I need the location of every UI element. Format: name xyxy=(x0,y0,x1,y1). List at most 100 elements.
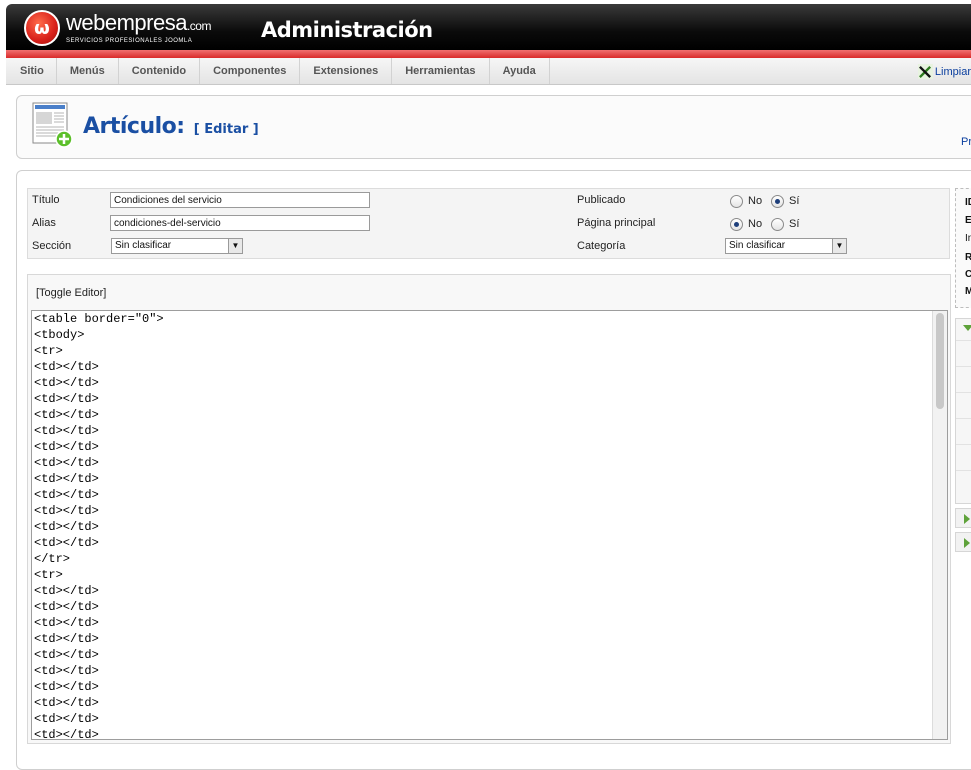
code-line: <td></td> xyxy=(34,360,99,374)
code-line: <td></td> xyxy=(34,376,99,390)
published-yes-label: Sí xyxy=(789,195,800,207)
code-line: <td></td> xyxy=(34,488,99,502)
page-subtitle: [ Editar ] xyxy=(193,122,259,137)
code-line: <td></td> xyxy=(34,616,99,630)
brand-name: webempresa xyxy=(66,10,187,35)
parameters-row xyxy=(956,419,971,445)
info-letter: R xyxy=(965,252,971,263)
article-info-panel: ID E In R C M xyxy=(955,188,971,308)
toggle-editor-link[interactable]: [Toggle Editor] xyxy=(36,287,106,299)
info-letter: M xyxy=(965,286,971,297)
brand-name-line: webempresa.com xyxy=(66,12,211,37)
code-line: <td></td> xyxy=(34,520,99,534)
title-label: Título xyxy=(32,194,60,206)
code-line: <tr> xyxy=(34,344,63,358)
category-value: Sin clasificar xyxy=(729,240,786,251)
section-label: Sección xyxy=(32,240,72,252)
category-label: Categoría xyxy=(577,240,626,252)
code-line: <td></td> xyxy=(34,424,99,438)
toolbar-clipped-button[interactable]: Pr xyxy=(961,136,971,148)
toolbar-panel: Artículo: [ Editar ] Pr xyxy=(16,95,971,159)
webempresa-logo[interactable]: ω webempresa.com SERVICIOS PROFESIONALES… xyxy=(24,10,211,46)
menu-item-componentes[interactable]: Componentes xyxy=(200,58,301,84)
collapsed-arrow-icon xyxy=(964,514,970,524)
menu-item-menus[interactable]: Menús xyxy=(57,58,119,84)
admin-header: ω webempresa.com SERVICIOS PROFESIONALES… xyxy=(6,4,971,50)
clear-label: Limpiar xyxy=(934,65,971,78)
code-line: <td></td> xyxy=(34,584,99,598)
published-no-label: No xyxy=(748,195,763,207)
page-title-text: Artículo: xyxy=(83,114,185,139)
parameters-row xyxy=(956,341,971,367)
menu-item-extensiones[interactable]: Extensiones xyxy=(300,58,393,84)
admin-title: Administración xyxy=(261,18,433,42)
code-line: <td></td> xyxy=(34,632,99,646)
parameters-row xyxy=(956,393,971,419)
scrollbar-thumb[interactable] xyxy=(936,313,944,409)
chevron-down-icon: ▼ xyxy=(228,239,242,253)
parameters-header[interactable] xyxy=(956,319,971,341)
frontpage-no-radio[interactable] xyxy=(730,218,743,231)
code-line: <tbody> xyxy=(34,328,85,342)
chevron-down-icon: ▼ xyxy=(832,239,846,253)
title-input[interactable] xyxy=(110,192,370,208)
code-line: <td></td> xyxy=(34,456,99,470)
info-letter: In xyxy=(965,233,971,244)
menu-item-herramientas[interactable]: Herramientas xyxy=(392,58,490,84)
code-line: <tr> xyxy=(34,568,63,582)
code-line: <td></td> xyxy=(34,600,99,614)
menu-item-contenido[interactable]: Contenido xyxy=(119,58,201,84)
page-title: Artículo: [ Editar ] xyxy=(83,114,259,139)
article-text-editor[interactable]: <table border="0"> <tbody> <tr> <td></td> <t… xyxy=(31,310,948,740)
code-line: <td></td> xyxy=(34,504,99,518)
code-line: <td></td> xyxy=(34,680,99,694)
code-line: <td></td> xyxy=(34,472,99,486)
code-line: <td></td> xyxy=(34,712,99,726)
frontpage-label: Página principal xyxy=(577,217,656,229)
frontpage-yes-label: Sí xyxy=(789,218,800,230)
info-letter: ID xyxy=(965,197,971,208)
code-lines: <table border="0"> <tbody> <tr> <td></td> <t… xyxy=(32,311,947,739)
editor-scrollbar[interactable] xyxy=(932,311,947,739)
code-line: <td></td> xyxy=(34,408,99,422)
published-yes-radio[interactable] xyxy=(771,195,784,208)
code-line: </tr> xyxy=(34,552,71,566)
advanced-parameters-tab[interactable] xyxy=(955,508,971,528)
logo-icon: ω xyxy=(24,10,60,46)
published-label: Publicado xyxy=(577,194,626,206)
menu-item-ayuda[interactable]: Ayuda xyxy=(490,58,550,84)
expand-arrow-icon xyxy=(963,325,971,331)
code-line: <td></td> xyxy=(34,648,99,662)
code-line: <td></td> xyxy=(34,440,99,454)
metadata-tab[interactable] xyxy=(955,532,971,552)
code-line: <td></td> xyxy=(34,536,99,550)
parameters-row xyxy=(956,367,971,393)
menu-item-sitio[interactable]: Sitio xyxy=(6,58,57,84)
clear-cache-link[interactable]: Limpiar xyxy=(917,58,971,85)
section-value: Sin clasificar xyxy=(115,240,172,251)
code-line: <table border="0"> xyxy=(34,312,164,326)
published-no-radio[interactable] xyxy=(730,195,743,208)
frontpage-yes-radio[interactable] xyxy=(771,218,784,231)
code-line: <td></td> xyxy=(34,392,99,406)
category-select[interactable]: Sin clasificar ▼ xyxy=(725,238,847,254)
section-select[interactable]: Sin clasificar ▼ xyxy=(111,238,243,254)
article-add-icon xyxy=(32,102,73,148)
collapsed-arrow-icon xyxy=(964,538,970,548)
header-red-stripe xyxy=(6,50,971,58)
brand-tld: .com xyxy=(186,19,212,33)
alias-label: Alias xyxy=(32,217,56,229)
alias-input[interactable] xyxy=(110,215,370,231)
frontpage-no-label: No xyxy=(748,218,763,230)
parameters-row xyxy=(956,445,971,471)
broom-icon xyxy=(917,64,933,79)
parameters-panel xyxy=(955,318,971,504)
code-line: <td></td> xyxy=(34,696,99,710)
logo-text: webempresa.com SERVICIOS PROFESIONALES J… xyxy=(66,12,211,45)
logo-glyph: ω xyxy=(34,17,50,39)
main-menu-bar: Sitio Menús Contenido Componentes Extens… xyxy=(6,58,971,85)
info-letter: E xyxy=(965,215,971,226)
code-line: <td></td> xyxy=(34,664,99,678)
info-letter: C xyxy=(965,269,971,280)
brand-tagline: SERVICIOS PROFESIONALES JOOMLA xyxy=(66,38,193,44)
